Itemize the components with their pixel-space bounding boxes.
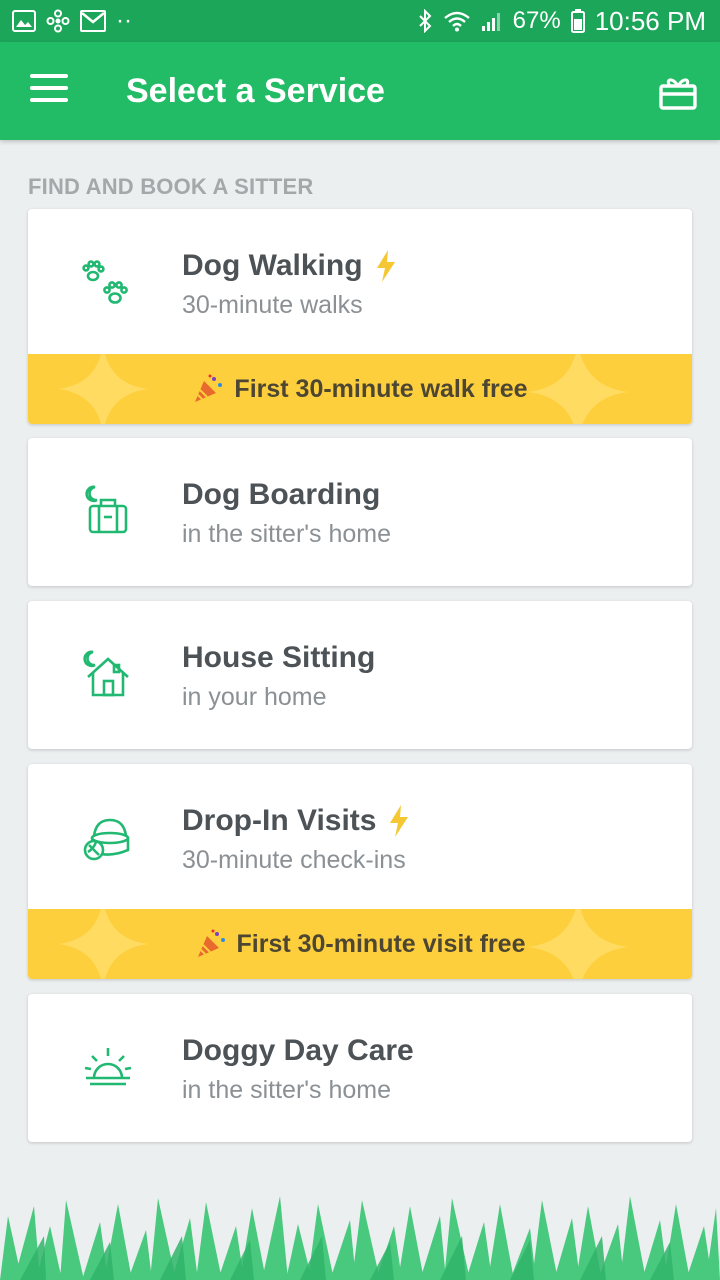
- service-title: Dog Boarding: [182, 478, 380, 512]
- house-moon-icon: [83, 650, 129, 697]
- paw-prints-icon: [82, 260, 128, 304]
- sparkle-decoration: [58, 909, 148, 979]
- signal-icon: [481, 13, 500, 31]
- service-title: Dog Walking: [182, 249, 397, 283]
- bluetooth-icon: [418, 9, 432, 33]
- service-card-house-sitting[interactable]: House Sitting in your home: [28, 601, 692, 749]
- service-title: House Sitting: [182, 641, 375, 675]
- party-popper-icon: [197, 929, 225, 957]
- menu-button[interactable]: [30, 74, 68, 104]
- suitcase-moon-icon: [85, 485, 128, 534]
- page-title: Select a Service: [126, 72, 385, 110]
- service-card-doggy-day-care[interactable]: Doggy Day Care in the sitter's home: [28, 994, 692, 1142]
- status-bar: ·· 67% 10:56 PM: [0, 0, 720, 42]
- promo-banner[interactable]: First 30-minute walk free: [28, 354, 692, 424]
- lightning-bolt-icon: [390, 805, 409, 837]
- service-title-text: Doggy Day Care: [182, 1034, 414, 1067]
- hamburger-menu-icon: [30, 74, 68, 102]
- battery-icon: [570, 9, 585, 33]
- gallery-icon: [12, 10, 36, 32]
- sparkle-decoration: [528, 909, 628, 979]
- status-notifications: ··: [12, 7, 132, 35]
- food-bowl-icon: [83, 818, 130, 861]
- sun-icon: [84, 1048, 132, 1086]
- service-subtitle: 30-minute check-ins: [182, 846, 406, 874]
- gift-icon: [659, 78, 697, 110]
- service-title-text: Dog Boarding: [182, 478, 381, 511]
- service-card-dog-boarding[interactable]: Dog Boarding in the sitter's home: [28, 438, 692, 586]
- service-title-text: Drop-In Visits: [182, 804, 377, 837]
- service-subtitle: in your home: [182, 683, 327, 711]
- service-title-text: Dog Walking: [182, 249, 363, 282]
- service-subtitle: in the sitter's home: [182, 1076, 392, 1104]
- service-title: Doggy Day Care: [182, 1034, 414, 1068]
- gmail-icon: [80, 10, 106, 32]
- service-card-drop-in-visits[interactable]: Drop-In Visits 30-minute check-ins First…: [28, 764, 692, 979]
- clock: 10:56 PM: [594, 5, 706, 36]
- app-bar: Select a Service: [0, 42, 720, 140]
- sparkle-decoration: [528, 354, 628, 424]
- service-card-dog-walking[interactable]: Dog Walking 30-minute walks First 30-min…: [28, 209, 692, 424]
- service-subtitle: in the sitter's home: [182, 520, 392, 548]
- status-system: 67% 10:56 PM: [417, 6, 706, 37]
- section-header: FIND AND BOOK A SITTER: [28, 174, 314, 199]
- gift-button[interactable]: [656, 70, 700, 114]
- service-title: Drop-In Visits: [182, 804, 410, 838]
- fan-icon: [46, 9, 70, 33]
- lightning-bolt-icon: [376, 250, 395, 282]
- grass-decoration: [0, 1196, 720, 1280]
- service-subtitle: 30-minute walks: [182, 291, 363, 319]
- party-popper-icon: [195, 374, 223, 402]
- sparkle-decoration: [58, 354, 148, 424]
- service-title-text: House Sitting: [182, 641, 376, 674]
- status-more-dots: ··: [116, 7, 132, 34]
- wifi-icon: [443, 11, 470, 32]
- battery-percent: 67%: [512, 7, 561, 34]
- promo-text: First 30-minute visit free: [236, 929, 526, 958]
- promo-text: First 30-minute walk free: [234, 374, 528, 403]
- promo-banner[interactable]: First 30-minute visit free: [28, 909, 692, 979]
